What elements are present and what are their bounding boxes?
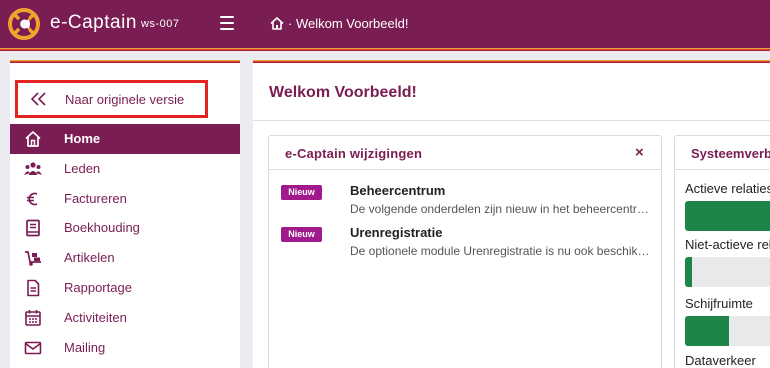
original-version-label: Naar originele versie xyxy=(65,92,185,107)
usage-metric: Actieve relaties xyxy=(685,181,770,231)
change-title: Beheercentrum xyxy=(350,183,446,198)
usage-bar-fill xyxy=(685,316,730,346)
double-chevron-left-icon xyxy=(30,92,46,106)
system-usage-card-title: Systeemverbruik xyxy=(691,146,770,161)
sidebar-item-mailing[interactable]: Mailing xyxy=(10,333,240,363)
metric-label: Dataverkeer xyxy=(685,353,756,368)
changes-card-title: e-Captain wijzigingen xyxy=(285,146,423,161)
system-usage-card-header: Systeemverbruik xyxy=(675,136,770,170)
calendar-icon xyxy=(25,309,41,326)
sidebar-item-label: Activiteiten xyxy=(64,309,127,325)
sidebar: Naar originele versie Home Leden Facture… xyxy=(10,60,240,368)
change-title: Urenregistratie xyxy=(350,225,443,240)
main-content: Welkom Voorbeeld! e-Captain wijzigingen … xyxy=(253,60,770,368)
envelope-icon xyxy=(24,341,42,354)
sidebar-item-label: Factureren xyxy=(64,190,127,206)
change-description: De optionele module Urenregistratie is n… xyxy=(350,244,650,258)
sidebar-item-rapportage[interactable]: Rapportage xyxy=(10,273,240,303)
metric-label: Actieve relaties xyxy=(685,181,770,196)
new-badge: Nieuw xyxy=(281,185,322,200)
system-usage-card: Systeemverbruik Actieve relaties Niet-ac… xyxy=(674,135,770,368)
report-icon xyxy=(27,279,40,297)
usage-metric: Schijfruimte xyxy=(685,296,770,346)
header-stripe xyxy=(0,48,770,51)
menu-toggle-icon[interactable] xyxy=(220,16,234,30)
workstation-id: ws-007 xyxy=(141,18,180,30)
sidebar-item-boekhouding[interactable]: Boekhouding xyxy=(10,213,240,243)
book-icon xyxy=(26,220,40,237)
sidebar-nav: Home Leden Factureren Boekhouding Artike… xyxy=(10,124,240,362)
new-badge: Nieuw xyxy=(281,227,322,242)
original-version-link[interactable]: Naar originele versie xyxy=(15,80,208,118)
home-icon xyxy=(25,131,41,147)
close-icon[interactable]: × xyxy=(635,144,644,161)
sidebar-item-factureren[interactable]: Factureren xyxy=(10,184,240,214)
usage-bar xyxy=(685,316,770,346)
sidebar-item-label: Home xyxy=(64,131,101,146)
changes-card: e-Captain wijzigingen × Nieuw Beheercent… xyxy=(268,135,662,368)
sidebar-item-leden[interactable]: Leden xyxy=(10,154,240,184)
breadcrumb-label: · Welkom Voorbeeld! xyxy=(288,16,409,31)
euro-icon xyxy=(27,192,38,205)
sidebar-item-label: Leden xyxy=(64,160,101,176)
sidebar-item-home[interactable]: Home xyxy=(10,124,240,154)
title-divider xyxy=(253,120,770,121)
usage-metric: Niet-actieve relaties xyxy=(685,237,770,287)
usage-bar xyxy=(685,257,770,287)
sidebar-item-label: Boekhouding xyxy=(64,220,140,236)
breadcrumb: · Welkom Voorbeeld! xyxy=(270,16,408,31)
sidebar-item-label: Artikelen xyxy=(64,250,115,266)
metric-label: Schijfruimte xyxy=(685,296,753,311)
brand-name: e-Captain xyxy=(50,12,137,33)
page-title: Welkom Voorbeeld! xyxy=(269,84,417,101)
sidebar-item-artikelen[interactable]: Artikelen xyxy=(10,243,240,273)
usage-bar xyxy=(685,201,770,231)
usage-metric: Dataverkeer xyxy=(685,353,770,368)
e-captain-logo[interactable] xyxy=(8,8,40,40)
usage-bar-fill xyxy=(685,201,770,231)
dolly-icon xyxy=(25,251,41,266)
change-description: De volgende onderdelen zijn nieuw in het… xyxy=(350,202,650,216)
change-item[interactable]: Nieuw Urenregistratie De optionele modul… xyxy=(269,225,663,259)
metric-label: Niet-actieve relaties xyxy=(685,237,770,252)
changes-card-header: e-Captain wijzigingen × xyxy=(269,136,661,170)
sidebar-item-activiteiten[interactable]: Activiteiten xyxy=(10,303,240,333)
top-bar: e-Captain ws-007 · Welkom Voorbeeld! xyxy=(0,0,770,48)
sidebar-item-label: Rapportage xyxy=(64,279,132,295)
change-item[interactable]: Nieuw Beheercentrum De volgende onderdel… xyxy=(269,183,663,217)
home-icon[interactable] xyxy=(270,17,284,30)
users-icon xyxy=(24,162,42,175)
sidebar-item-label: Mailing xyxy=(64,339,106,355)
usage-bar-fill xyxy=(685,257,693,287)
